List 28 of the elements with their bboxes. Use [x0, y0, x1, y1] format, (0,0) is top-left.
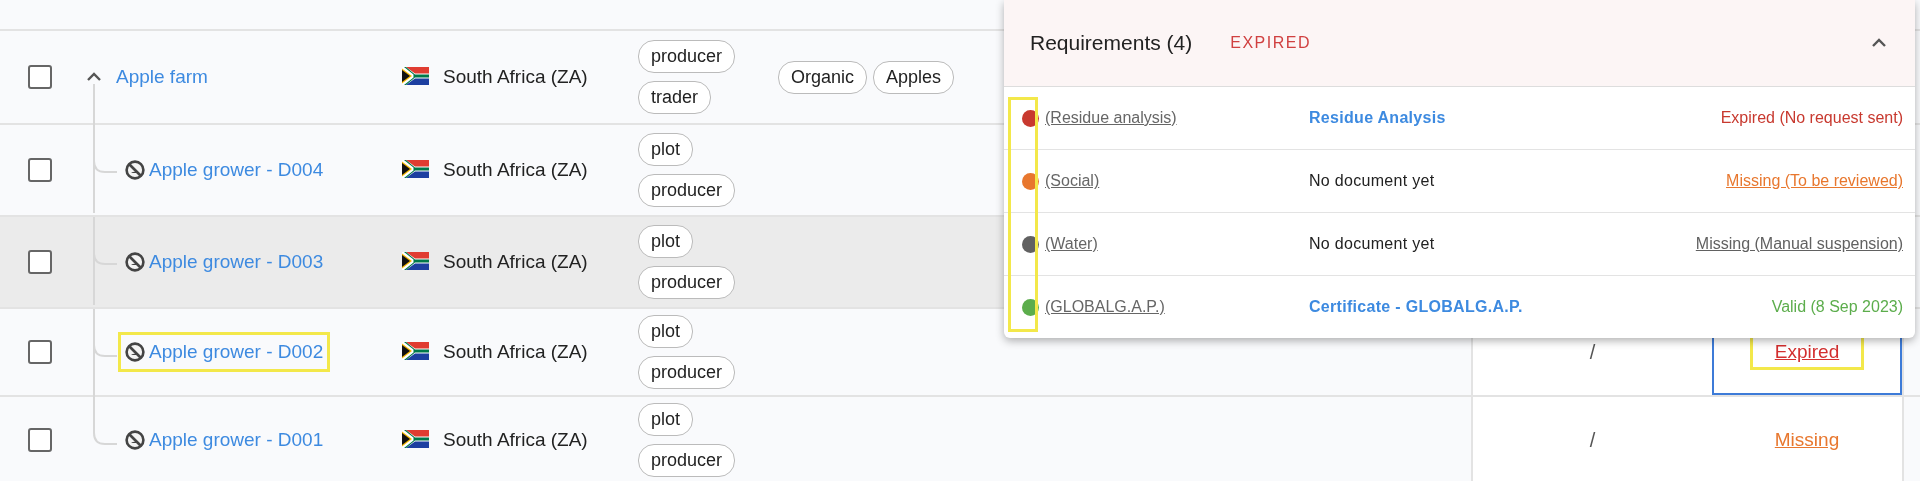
role-chip: plot	[638, 133, 694, 166]
entity-name: Apple grower - D004	[149, 159, 324, 181]
country-text: South Africa (ZA)	[443, 251, 588, 272]
entity-name: Apple grower - D001	[149, 429, 324, 451]
country-text: South Africa (ZA)	[443, 159, 588, 180]
document-text: No document yet	[1309, 172, 1435, 190]
country-text: South Africa (ZA)	[443, 341, 588, 362]
entity-name: Apple grower - D002	[149, 341, 324, 363]
status-label: EXPIRED	[1230, 34, 1311, 52]
role-chip: producer	[638, 174, 736, 207]
role-chip: trader	[638, 81, 712, 114]
country-text: South Africa (ZA)	[443, 66, 588, 87]
role-chip: producer	[638, 40, 736, 73]
status-text: Expired (No request sent)	[1720, 109, 1903, 127]
role-chip: plot	[638, 315, 694, 348]
role-chip: producer	[638, 266, 736, 299]
document-text: No document yet	[1309, 235, 1435, 253]
entity-name: Apple grower - D003	[149, 251, 324, 273]
role-chip: plot	[638, 225, 694, 258]
tag-chip: Apples	[873, 60, 955, 94]
value-text: /	[1589, 428, 1596, 452]
role-chip: plot	[638, 403, 694, 436]
role-chip: producer	[638, 444, 736, 477]
role-chip: producer	[638, 356, 736, 389]
value-text: /	[1589, 340, 1596, 364]
country-text: South Africa (ZA)	[443, 429, 588, 450]
panel-title: Requirements (4)	[1030, 31, 1193, 55]
tag-chip: Organic	[778, 60, 868, 94]
